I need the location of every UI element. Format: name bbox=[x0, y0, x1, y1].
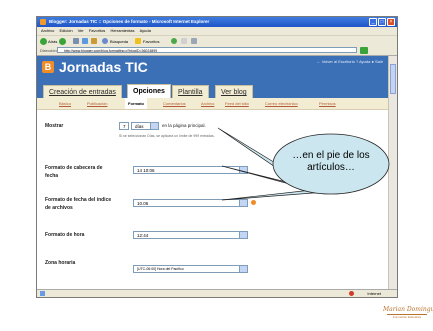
hora-select[interactable]: 12:44 bbox=[133, 231, 248, 239]
home-icon[interactable] bbox=[91, 38, 97, 44]
menu-ver[interactable]: Ver bbox=[78, 28, 84, 33]
address-bar: Dirección http://www.blogger.com/blog-fo… bbox=[37, 46, 397, 56]
slide: Blogger: Jornadas TIC :: Opciones de for… bbox=[0, 0, 433, 331]
zone-label: Internet bbox=[367, 291, 381, 296]
callout-text: …en el pie de los artículos… bbox=[292, 150, 370, 173]
blog-title: Jornadas TIC bbox=[59, 59, 148, 75]
subtab-archivo[interactable]: Archivo bbox=[201, 98, 214, 109]
menu-archivo[interactable]: Archivo bbox=[41, 28, 54, 33]
menu-ayuda[interactable]: Ayuda bbox=[140, 28, 151, 33]
mostrar-hint: Si se seleccionan Días, se aplicará un l… bbox=[119, 134, 215, 138]
search-icon[interactable] bbox=[102, 38, 108, 44]
blogger-app-icon bbox=[40, 19, 46, 25]
tab-plantilla[interactable]: Plantilla bbox=[172, 85, 209, 98]
tab-ver-blog[interactable]: Ver blog bbox=[215, 85, 253, 98]
watermark-signature: Marian Dominguez bbox=[383, 306, 433, 313]
indice-value: 10.06 bbox=[137, 201, 149, 206]
close-button[interactable]: × bbox=[387, 18, 395, 26]
stop-icon[interactable] bbox=[73, 38, 79, 44]
tab-opciones-label: Opciones bbox=[133, 88, 165, 95]
subtab-feed[interactable]: Feed del sitio bbox=[225, 98, 249, 109]
mostrar-unit-value: días bbox=[135, 124, 144, 129]
zona-select[interactable]: [UTC-06:00] Hora del Pacífico bbox=[133, 265, 248, 273]
status-bar: Internet bbox=[37, 289, 397, 297]
maximize-button[interactable]: □ bbox=[378, 18, 386, 26]
help-icon[interactable] bbox=[251, 200, 256, 205]
chevron-down-icon bbox=[239, 232, 247, 238]
subtab-permisos[interactable]: Permisos bbox=[319, 98, 336, 109]
blogger-logo-icon: B bbox=[42, 61, 54, 73]
refresh-icon[interactable] bbox=[82, 38, 88, 44]
history-icon[interactable] bbox=[171, 38, 177, 44]
hora-value: 12:44 bbox=[137, 233, 149, 238]
indice-label: Formato de fecha del índice de archivos bbox=[45, 197, 112, 211]
subtab-formato[interactable]: Formato bbox=[125, 98, 147, 109]
tab-ver-blog-label: Ver blog bbox=[221, 89, 247, 96]
window-titlebar: Blogger: Jornadas TIC :: Opciones de for… bbox=[37, 17, 397, 27]
subtab-comentarios[interactable]: Comentarios bbox=[163, 98, 186, 109]
mostrar-suffix: en la página principal. bbox=[162, 123, 206, 128]
subtab-correo[interactable]: Correo electrónico bbox=[265, 98, 298, 109]
tab-creacion[interactable]: Creación de entradas bbox=[43, 85, 122, 98]
mostrar-count-input[interactable]: 7 bbox=[119, 122, 129, 130]
forward-button[interactable] bbox=[59, 38, 66, 45]
main-tabs: Creación de entradas Opciones Plantilla … bbox=[37, 80, 389, 98]
favorites-star-icon[interactable] bbox=[135, 38, 141, 44]
mostrar-label: Mostrar bbox=[45, 123, 64, 129]
zona-label: Zona horaria bbox=[45, 260, 76, 266]
vertical-scrollbar[interactable] bbox=[388, 56, 397, 289]
zona-value: [UTC-06:00] Hora del Pacífico bbox=[137, 267, 184, 271]
mostrar-unit-select[interactable]: días bbox=[131, 122, 159, 130]
menu-bar: Archivo Edición Ver Favoritos Herramient… bbox=[37, 27, 397, 35]
hora-label: Formato de hora bbox=[45, 232, 85, 238]
chevron-down-icon bbox=[239, 200, 247, 206]
back-button[interactable] bbox=[40, 38, 47, 45]
address-input[interactable]: http://www.blogger.com/blog-formatting.g… bbox=[57, 47, 357, 53]
cabecera-value: 14 10:06 bbox=[137, 168, 155, 173]
print-icon[interactable] bbox=[191, 38, 197, 44]
scrollbar-thumb[interactable] bbox=[390, 64, 396, 94]
go-button[interactable] bbox=[360, 47, 368, 54]
blog-header: B Jornadas TIC ← Volver al Escritorio ? … bbox=[37, 56, 389, 80]
indice-select[interactable]: 10.06 bbox=[133, 199, 248, 207]
menu-favoritos[interactable]: Favoritos bbox=[89, 28, 105, 33]
subtab-basico[interactable]: Básico bbox=[59, 98, 71, 109]
window-controls: _ □ × bbox=[369, 18, 395, 26]
tab-plantilla-label: Plantilla bbox=[178, 89, 203, 96]
chevron-down-icon bbox=[150, 123, 158, 129]
watermark-subtitle: Formación Educativa bbox=[392, 315, 422, 319]
tab-opciones[interactable]: Opciones bbox=[127, 84, 171, 98]
cabecera-select[interactable]: 14 10:06 bbox=[133, 166, 248, 174]
address-label: Dirección bbox=[40, 48, 57, 53]
header-links[interactable]: ← Volver al Escritorio ? Ayuda ● Salir bbox=[317, 59, 383, 64]
security-icon bbox=[349, 291, 354, 296]
window-title: Blogger: Jornadas TIC :: Opciones de for… bbox=[49, 19, 210, 24]
sub-tabs: Básico Publicación Formato Comentarios A… bbox=[37, 98, 389, 110]
chevron-down-icon bbox=[239, 167, 247, 173]
minimize-button[interactable]: _ bbox=[369, 18, 377, 26]
tab-creacion-label: Creación de entradas bbox=[49, 89, 116, 96]
cabecera-label: Formato de cabecera de fecha bbox=[45, 165, 103, 179]
author-watermark: Marian Dominguez Formación Educativa bbox=[383, 306, 433, 319]
menu-herramientas[interactable]: Herramientas bbox=[110, 28, 134, 33]
page-status-icon bbox=[40, 291, 45, 296]
menu-edicion[interactable]: Edición bbox=[59, 28, 72, 33]
chevron-down-icon bbox=[239, 266, 247, 272]
mail-icon[interactable] bbox=[181, 38, 187, 44]
subtab-publicacion[interactable]: Publicación bbox=[87, 98, 107, 109]
